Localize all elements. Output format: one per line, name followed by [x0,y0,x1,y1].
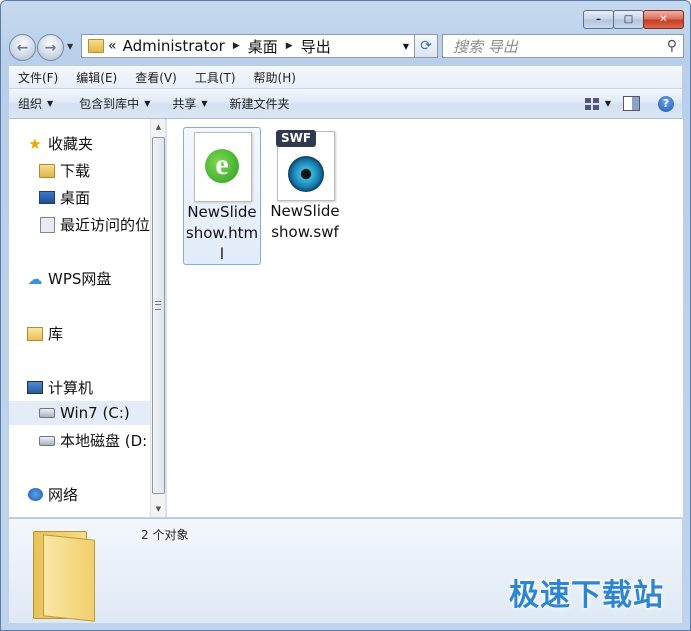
menu-view[interactable]: 查看(V) [126,69,186,86]
chevron-down-icon: ▼ [47,99,54,108]
breadcrumb-desktop[interactable]: 桌面 [248,36,278,57]
new-folder-button[interactable]: 新建文件夹 [221,95,299,112]
sidebar-item-wps-cloud[interactable]: ☁ WPS网盘 [27,268,112,289]
file-name: NewSlideshow.swf [270,202,340,241]
sidebar-item-favorites[interactable]: ★ 收藏夹 [27,133,93,154]
share-button[interactable]: 共享 ▼ [163,95,216,112]
scroll-down-icon[interactable]: ▼ [151,501,166,517]
refresh-button[interactable]: ⟳ [414,34,438,58]
menu-edit[interactable]: 编辑(E) [67,69,126,86]
command-bar: 组织 ▼ 包含到库中 ▼ 共享 ▼ 新建文件夹 ▼ ? [9,89,682,119]
maximize-button[interactable]: □ [613,10,644,29]
recent-pages-dropdown-icon[interactable]: ▼ [67,42,73,51]
navigation-bar: ← → ▼ « Administrator ▶ 桌面 ▶ 导出 ▼ ⟳ 搜索 导… [9,33,684,61]
include-in-library-label: 包含到库中 [79,97,140,111]
item-count: 2 个对象 [141,528,189,542]
menu-tools[interactable]: 工具(T) [186,69,245,86]
breadcrumb-administrator[interactable]: Administrator [123,37,225,55]
breadcrumb-separator-icon[interactable]: ▶ [233,41,240,51]
forward-button[interactable]: → [37,34,64,61]
file-item[interactable]: e NewSlideshow.html [183,127,261,265]
back-arrow-icon: ← [16,39,29,56]
scrollbar-thumb[interactable] [152,137,165,494]
help-icon[interactable]: ? [658,95,674,112]
search-icon[interactable]: ⚲ [667,38,677,54]
folder-icon [88,39,104,53]
sidebar-item-label: 库 [48,325,64,343]
search-placeholder: 搜索 导出 [453,37,518,56]
sidebar-item-network[interactable]: 网络 [27,484,78,505]
computer-icon [27,381,43,394]
scroll-up-icon[interactable]: ▲ [151,119,166,135]
back-button[interactable]: ← [9,34,36,61]
include-in-library-button[interactable]: 包含到库中 ▼ [70,95,159,112]
folder-icon [33,525,99,622]
star-icon: ★ [28,134,42,153]
desktop-icon [39,191,55,204]
menu-bar: 文件(F) 编辑(E) 查看(V) 工具(T) 帮助(H) [9,66,682,89]
sidebar-item-win7-drive[interactable]: Win7 (C:) [9,401,150,425]
preview-pane-icon[interactable] [623,96,640,111]
network-icon [27,488,43,501]
swf-icon: SWF [276,130,335,201]
sidebar-item-recent-places[interactable]: 最近访问的位 [39,214,150,235]
refresh-icon: ⟳ [420,38,432,54]
address-history-dropdown-icon[interactable]: ▼ [403,42,409,51]
file-list[interactable]: e NewSlideshow.html SWF NewSlideshow.swf [167,119,683,517]
chevron-down-icon: ▼ [201,99,208,108]
sidebar-item-desktop[interactable]: 桌面 [39,187,90,208]
chevron-down-icon: ▼ [144,99,151,108]
sidebar-item-label: 网络 [48,486,79,504]
details-pane: 2 个对象 极速下载站 [9,518,682,623]
windows-drive-icon [39,408,55,418]
watermark-logo: 极速下载站 [509,578,664,613]
sidebar-item-label: 本地磁盘 (D: [60,432,148,450]
search-input[interactable]: 搜索 导出 ⚲ [442,34,684,58]
new-folder-label: 新建文件夹 [229,97,290,111]
sidebar-item-libraries[interactable]: 库 [27,323,63,344]
recent-places-icon [39,216,55,233]
file-item[interactable]: SWF NewSlideshow.swf [267,127,345,265]
ie-html-icon: e [194,132,252,202]
caption-buttons: – □ ✕ [583,10,684,29]
sidebar-item-downloads[interactable]: 下载 [39,160,90,181]
breadcrumb-separator-icon[interactable]: ▶ [286,41,293,51]
view-options-dropdown-icon[interactable]: ▼ [605,99,611,108]
organize-button[interactable]: 组织 ▼ [9,95,62,112]
view-controls: ▼ ? [584,95,682,112]
breadcrumb-export[interactable]: 导出 [301,36,331,57]
cloud-icon: ☁ [27,269,43,288]
sidebar-item-label: 计算机 [48,379,94,397]
folder-icon [39,163,55,178]
organize-label: 组织 [18,97,43,111]
share-label: 共享 [172,97,197,111]
sidebar-item-label: 收藏夹 [48,135,94,153]
change-view-icon[interactable] [584,97,599,110]
address-bar[interactable]: « Administrator ▶ 桌面 ▶ 导出 ▼ [81,34,415,58]
address-overflow[interactable]: « [108,38,117,54]
navigation-pane-scrollbar[interactable]: ▲ ▼ [150,119,166,517]
sidebar-item-label: 桌面 [60,189,91,207]
sidebar-item-label: Win7 (C:) [60,404,130,422]
menu-help[interactable]: 帮助(H) [245,69,305,86]
close-button[interactable]: ✕ [643,10,684,29]
sidebar-item-label: 最近访问的位 [60,216,150,234]
menu-file[interactable]: 文件(F) [9,69,67,86]
minimize-button[interactable]: – [583,10,614,29]
file-name: NewSlideshow.html [185,203,259,263]
navigation-pane: ★ 收藏夹 下载 桌面 最近访问的位 ☁ WPS网盘 库 计算机 Win7 (C… [9,119,150,517]
sidebar-item-computer[interactable]: 计算机 [27,377,93,398]
sidebar-item-label: WPS网盘 [48,270,112,288]
sidebar-item-label: 下载 [60,162,91,180]
library-icon [27,326,43,341]
hard-drive-icon [39,435,55,446]
scrollbar-grip-icon [155,301,161,310]
explorer-window: – □ ✕ ← → ▼ « Administrator ▶ 桌面 ▶ 导出 ▼ … [0,0,691,631]
forward-arrow-icon: → [44,39,57,56]
sidebar-item-local-disk-d[interactable]: 本地磁盘 (D: [39,430,147,451]
